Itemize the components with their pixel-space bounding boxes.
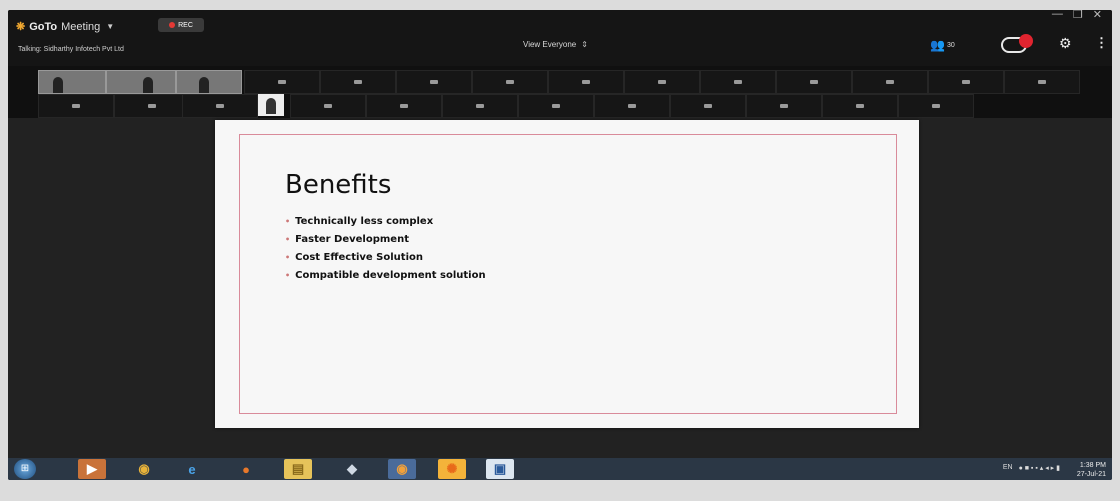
participant-tile[interactable] [624,70,700,94]
chrome-window-icon[interactable]: ◉ [388,459,416,479]
participant-tile[interactable] [548,70,624,94]
bullet-item: • Cost Effective Solution [285,252,486,263]
participant-tile[interactable] [822,94,898,118]
participant-video[interactable] [106,70,176,94]
self-video[interactable] [258,94,284,116]
bullet-text: Faster Development [295,234,409,245]
clock[interactable]: 1:38 PM 27-Jul-21 [1077,461,1106,479]
restore-icon[interactable]: ❐ [1073,10,1083,21]
bullet-text: Compatible development solution [295,270,486,281]
participant-tile[interactable] [38,94,114,118]
participant-tile[interactable] [442,94,518,118]
chrome-icon[interactable]: ◉ [130,459,158,479]
record-toggle-icon [1019,34,1033,48]
window-controls: — ❐ ✕ [1052,10,1102,21]
slide-title: Benefits [285,170,392,200]
meeting-window: ❋ GoTo Meeting ▼ REC Talking: Sidharthy I… [8,10,1112,480]
folder-icon[interactable]: ▤ [284,459,312,479]
bullet-item: • Compatible development solution [285,270,486,281]
participant-tile[interactable] [776,70,852,94]
more-vertical-icon[interactable]: ⋮ [1095,35,1108,51]
talking-indicator: Talking: Sidharthy Infotech Pvt Ltd [18,46,124,53]
shared-screen: Benefits • Technically less complex • Fast… [8,118,1112,458]
minimize-icon[interactable]: — [1052,10,1063,21]
attendee-count: 30 [946,41,955,49]
participant-tile[interactable] [518,94,594,118]
firefox-icon[interactable]: ● [232,459,260,479]
participant-video[interactable] [38,70,106,94]
participant-tile[interactable] [320,70,396,94]
participant-tile[interactable] [898,94,974,118]
brand-name: GoTo [29,20,58,33]
participant-tile[interactable] [290,94,366,118]
participant-tile[interactable] [670,94,746,118]
attendees-button[interactable]: 👥 30 [930,38,955,52]
record-toggle[interactable] [1001,34,1033,53]
participant-tile[interactable] [396,70,472,94]
language-indicator: EN [1002,464,1013,471]
record-dot-icon [169,22,176,28]
media-player-icon[interactable]: ▶ [78,459,106,479]
participant-tile[interactable] [928,70,1004,94]
presentation-slide: Benefits • Technically less complex • Fast… [215,120,919,428]
top-bar: ❋ GoTo Meeting ▼ REC Talking: Sidharthy I… [8,10,1112,66]
recording-indicator[interactable]: REC [158,18,204,32]
brand-suffix: Meeting [61,20,101,33]
window-app-icon[interactable]: ▣ [486,459,514,479]
participant-tile[interactable] [244,70,320,94]
gear-icon[interactable]: ⚙ [1059,35,1072,52]
participant-video[interactable] [176,70,242,94]
clock-date: 27-Jul-21 [1076,471,1106,478]
participant-tile[interactable] [700,70,776,94]
bullet-icon: • [285,235,291,244]
participant-tile[interactable] [1004,70,1080,94]
bullet-text: Cost Effective Solution [295,252,423,263]
view-mode-label: View Everyone [523,40,577,49]
bullet-text: Technically less complex [295,216,434,227]
app-icon[interactable]: ◆ [338,459,366,479]
participant-tile[interactable] [594,94,670,118]
participant-tile[interactable] [746,94,822,118]
participant-strip [8,66,1112,118]
taskbar: ⊞ ▶ ◉ e ● ▤ ◆ ◉ ✺ ▣ EN ● ■ ▪ ▪ ▴ ◂ ▸ ▮ 1… [8,458,1112,480]
rec-label: REC [178,21,193,29]
tray-icons: ● ■ ▪ ▪ ▴ ◂ ▸ ▮ [1018,465,1060,472]
chevron-down-icon: ▼ [106,22,115,31]
bullet-icon: • [285,271,291,280]
gotomeeting-logo-icon: ❋ [16,21,26,33]
bullet-item: • Faster Development [285,234,486,245]
participant-tile[interactable] [472,70,548,94]
start-icon[interactable]: ⊞ [14,459,36,479]
view-selector[interactable]: View Everyone ⇕ [523,40,588,49]
participant-tile[interactable] [366,94,442,118]
ie-icon[interactable]: e [178,459,206,479]
attendees-icon: 👥 [930,38,945,52]
bullet-item: • Technically less complex [285,216,486,227]
participant-tile[interactable] [182,94,258,118]
bullet-icon: • [285,253,291,262]
app-menu[interactable]: ❋ GoTo Meeting ▼ [16,20,115,34]
system-tray[interactable]: EN ● ■ ▪ ▪ ▴ ◂ ▸ ▮ [1003,464,1060,472]
participant-tile[interactable] [114,94,190,118]
slide-bullets: • Technically less complex • Faster Develo… [285,216,486,288]
participant-tile[interactable] [852,70,928,94]
bullet-icon: • [285,217,291,226]
chevron-updown-icon: ⇕ [581,40,588,49]
close-icon[interactable]: ✕ [1093,10,1102,21]
gotomeeting-taskbar-icon[interactable]: ✺ [438,459,466,479]
clock-time: 1:38 PM [1079,462,1106,469]
